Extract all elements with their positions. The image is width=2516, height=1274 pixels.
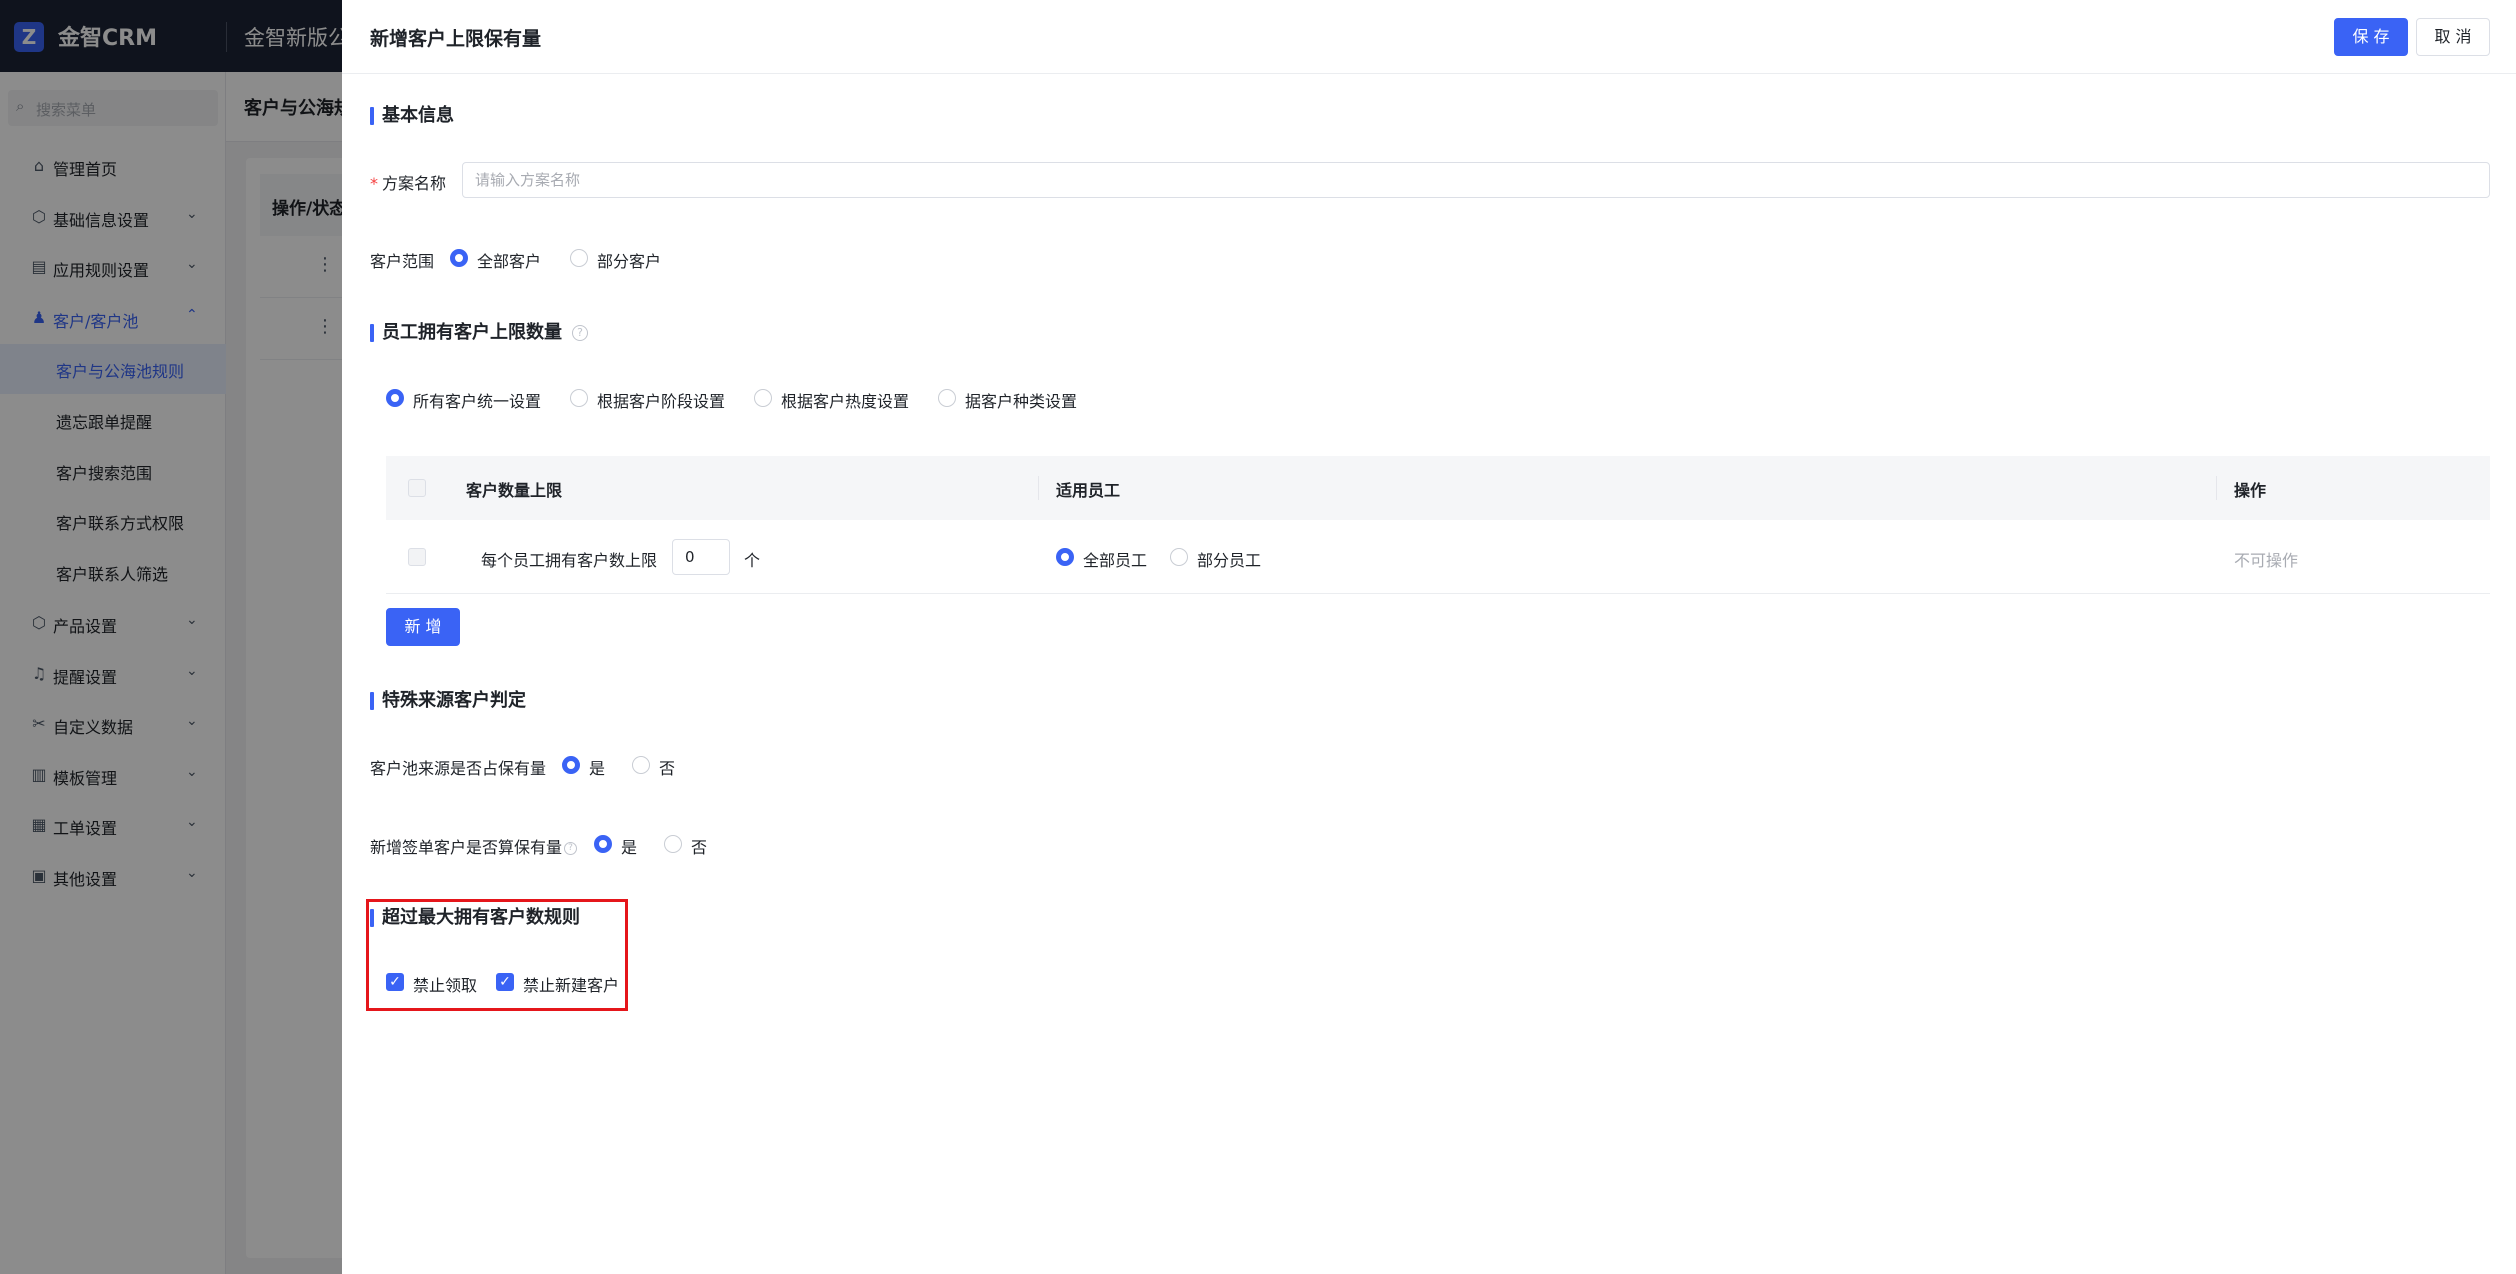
new-signed-label-text: 新增签单客户是否算保有量 (370, 838, 563, 857)
radio-dot (562, 756, 580, 774)
limit-number-input[interactable]: 0 (672, 539, 730, 575)
limit-label: 每个员工拥有客户数上限 (481, 551, 658, 570)
radio-label: 据客户种类设置 (965, 392, 1078, 411)
column-header-limit: 客户数量上限 (466, 481, 563, 500)
radio-label: 所有客户统一设置 (413, 392, 542, 411)
drawer-header: 新增客户上限保有量 保 存 取 消 (342, 0, 2516, 74)
radio-label: 是 (621, 838, 638, 857)
radio-dot (632, 756, 650, 774)
radio-label: 是 (589, 759, 606, 778)
radio-label: 部分员工 (1197, 551, 1262, 570)
table-row: 每个员工拥有客户数上限 0 个 全部员工 部分员工 不可操作 (386, 520, 2490, 594)
radio-label: 全部客户 (477, 252, 542, 271)
column-separator (2216, 476, 2217, 500)
section-exceed-rules: 超过最大拥有客户数规则 (370, 906, 580, 930)
required-mark: * (370, 174, 378, 193)
radio-dot (1170, 548, 1188, 566)
column-header-employees: 适用员工 (1056, 481, 1121, 500)
section-special-source: 特殊来源客户判定 (370, 689, 526, 713)
radio-label: 根据客户热度设置 (781, 392, 910, 411)
radio-dot (570, 389, 588, 407)
check-icon: ✓ (386, 973, 404, 991)
column-header-actions: 操作 (2234, 481, 2267, 500)
section-basic-info: 基本信息 (370, 104, 454, 128)
checkbox-label: 禁止新建客户 (523, 976, 620, 995)
checkbox-box (408, 548, 426, 566)
checkbox-box (408, 479, 426, 497)
radio-label: 否 (691, 838, 708, 857)
plan-name-label-text: 方案名称 (382, 174, 447, 193)
limit-unit: 个 (744, 551, 761, 570)
radio-dot (664, 835, 682, 853)
customer-scope-label: 客户范围 (370, 252, 435, 271)
radio-label: 全部员工 (1083, 551, 1148, 570)
radio-label: 根据客户阶段设置 (597, 392, 726, 411)
save-button[interactable]: 保 存 (2334, 18, 2408, 56)
section-employee-limit-text: 员工拥有客户上限数量 (382, 322, 562, 343)
drawer-title: 新增客户上限保有量 (370, 28, 542, 50)
check-icon: ✓ (496, 973, 514, 991)
checkbox-label: 禁止领取 (413, 976, 478, 995)
radio-dot (386, 389, 404, 407)
radio-dot (938, 389, 956, 407)
plan-name-label: * 方案名称 (370, 170, 446, 194)
help-icon[interactable]: ? (572, 325, 588, 341)
column-separator (1038, 476, 1039, 500)
radio-dot (754, 389, 772, 407)
limit-table-header: 客户数量上限 适用员工 操作 (386, 456, 2490, 520)
drawer-panel: 新增客户上限保有量 保 存 取 消 基本信息 *方案名称 客户范围 全部客户 部… (342, 0, 2516, 1274)
radio-label: 部分客户 (597, 252, 662, 271)
radio-dot (594, 835, 612, 853)
pool-source-label: 客户池来源是否占保有量 (370, 759, 547, 778)
new-signed-label: 新增签单客户是否算保有量? (370, 834, 578, 858)
plan-name-input[interactable] (462, 162, 2490, 198)
help-icon[interactable]: ? (564, 842, 578, 855)
action-unavailable-text: 不可操作 (2234, 551, 2299, 570)
radio-dot (570, 249, 588, 267)
radio-dot (450, 249, 468, 267)
radio-dot (1056, 548, 1074, 566)
cancel-button[interactable]: 取 消 (2416, 18, 2490, 56)
radio-label: 否 (659, 759, 676, 778)
section-employee-limit: 员工拥有客户上限数量? (370, 321, 588, 345)
add-row-button[interactable]: 新 增 (386, 608, 460, 646)
